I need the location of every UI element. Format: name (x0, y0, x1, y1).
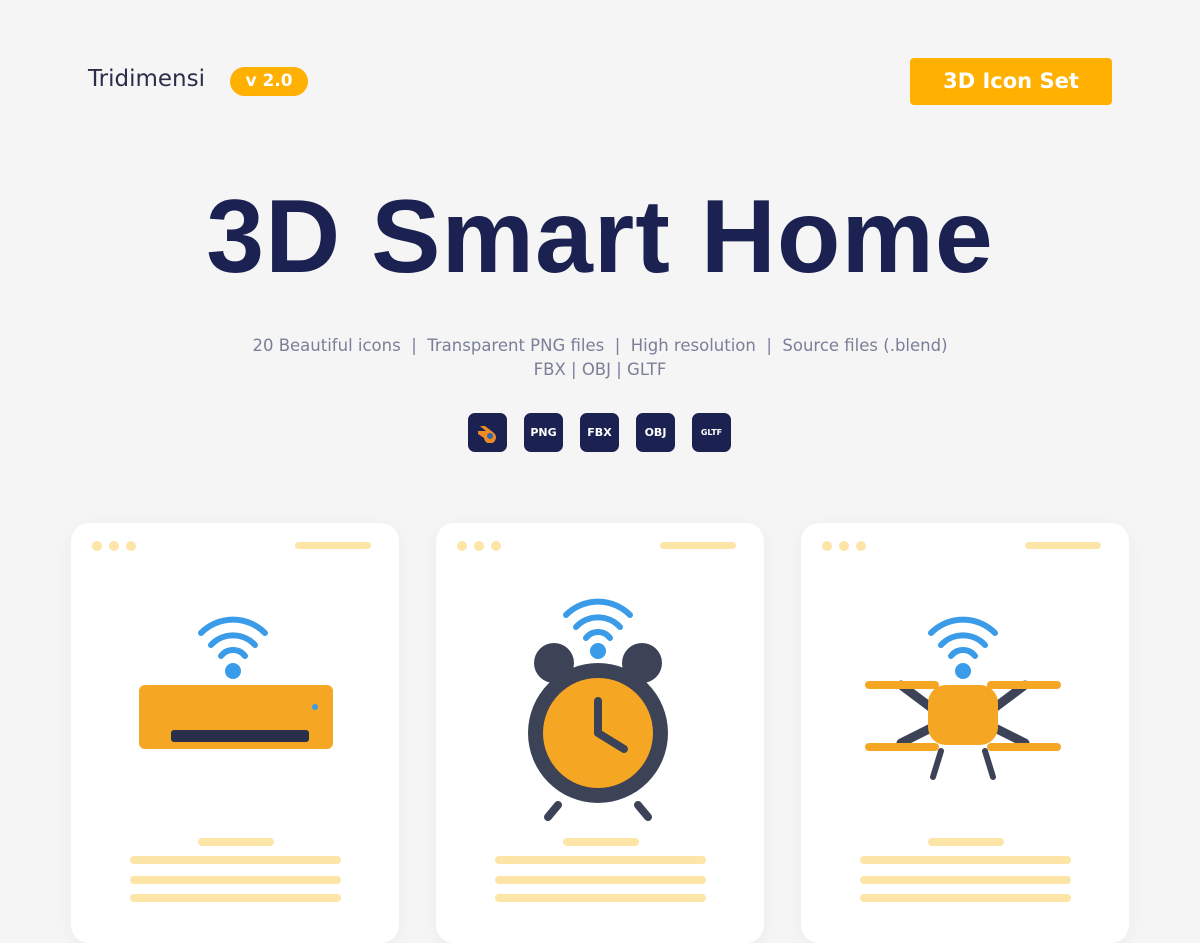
version-badge: v 2.0 (230, 67, 308, 96)
icon-card (71, 523, 399, 943)
placeholder-line (860, 856, 1071, 864)
placeholder-line (860, 894, 1071, 902)
brand-name: Tridimensi (88, 66, 206, 92)
blender-icon (468, 413, 507, 452)
placeholder-line (130, 894, 341, 902)
smart-drone-icon (865, 616, 1061, 780)
features-line: 20 Beautiful icons | Transparent PNG fil… (252, 336, 948, 355)
placeholder-line (860, 876, 1071, 884)
gltf-icon: GLTF (692, 413, 731, 452)
window-dots (822, 541, 866, 551)
placeholder-line (495, 876, 706, 884)
icon-card (801, 523, 1129, 943)
placeholder-bar (660, 542, 736, 549)
format-png: PNG (524, 413, 563, 452)
format-fbx: FBX (580, 413, 619, 452)
icon-set-badge: 3D Icon Set (910, 58, 1112, 105)
placeholder-line (495, 894, 706, 902)
placeholder-bar (295, 542, 371, 549)
placeholder-line (495, 856, 706, 864)
smart-air-conditioner-icon (139, 616, 333, 749)
format-badges: PNG FBX OBJ GLTF (468, 413, 731, 452)
formats-line: FBX | OBJ | GLTF (533, 360, 667, 379)
smart-alarm-clock-icon (528, 598, 668, 821)
placeholder-caption (198, 838, 274, 846)
window-dots (92, 541, 136, 551)
placeholder-line (130, 856, 341, 864)
format-gltf: GLTF (700, 428, 723, 437)
placeholder-bar (1025, 542, 1101, 549)
placeholder-line (130, 876, 341, 884)
window-dots (457, 541, 501, 551)
page-title: 3D Smart Home (206, 179, 994, 295)
placeholder-caption (928, 838, 1004, 846)
icon-card (436, 523, 764, 943)
placeholder-caption (563, 838, 639, 846)
format-obj: OBJ (636, 413, 675, 452)
